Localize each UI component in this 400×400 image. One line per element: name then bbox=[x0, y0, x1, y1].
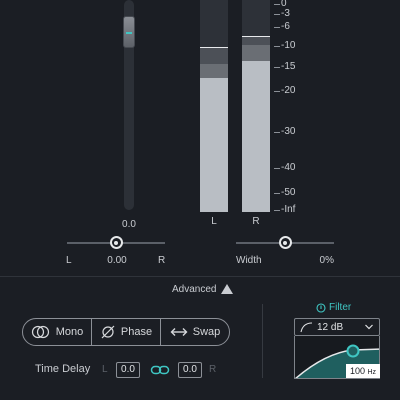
time-delay-left-input[interactable]: 0.0 bbox=[116, 362, 140, 378]
swap-label: Swap bbox=[192, 326, 221, 338]
pan-left-label: L bbox=[66, 255, 72, 266]
width-slider-thumb[interactable] bbox=[278, 236, 292, 249]
swap-button[interactable]: Swap bbox=[161, 319, 229, 345]
mono-label: Mono bbox=[55, 326, 84, 338]
filter-slope-value: 12 dB bbox=[317, 321, 344, 333]
filter-frequency-value: 100 bbox=[349, 366, 365, 376]
chevron-down-icon bbox=[365, 324, 373, 330]
mono-button[interactable]: Mono bbox=[23, 319, 92, 345]
link-icon[interactable] bbox=[150, 363, 170, 377]
phase-button[interactable]: Phase bbox=[92, 319, 161, 345]
scale-label: -30 bbox=[281, 126, 296, 137]
filter-slope-select[interactable]: 12 dB bbox=[294, 318, 380, 336]
scale-label: -10 bbox=[281, 40, 296, 51]
meter-left-label: L bbox=[211, 216, 217, 227]
phase-label: Phase bbox=[120, 326, 153, 338]
time-delay-left-label: L bbox=[102, 364, 108, 375]
meter-right-label: R bbox=[252, 216, 260, 227]
width-label: Width bbox=[236, 255, 262, 266]
width-value: 0% bbox=[319, 255, 334, 266]
filter-toggle[interactable]: Filter bbox=[316, 302, 351, 313]
pan-slider-thumb[interactable] bbox=[109, 236, 123, 249]
scale-label: -Inf bbox=[281, 204, 296, 215]
section-divider bbox=[0, 276, 400, 277]
time-delay-right-input[interactable]: 0.0 bbox=[178, 362, 202, 378]
power-icon bbox=[316, 302, 326, 313]
swap-icon bbox=[170, 328, 188, 336]
pan-right-label: R bbox=[158, 255, 166, 266]
mono-icon bbox=[31, 325, 49, 339]
scale-label: -20 bbox=[281, 85, 296, 96]
meter-left bbox=[200, 0, 228, 212]
filter-frequency-unit: Hz bbox=[367, 369, 377, 376]
filter-frequency-handle bbox=[346, 344, 360, 358]
scale-label: -6 bbox=[281, 21, 290, 32]
scale-label: -40 bbox=[281, 162, 296, 173]
panel-separator bbox=[262, 304, 263, 378]
time-delay-right-label: R bbox=[209, 364, 217, 375]
advanced-collapse-icon[interactable] bbox=[221, 284, 233, 294]
filter-frequency-readout[interactable]: 100 Hz bbox=[346, 364, 380, 378]
pan-value: 0.00 bbox=[107, 255, 127, 266]
scale-label: -50 bbox=[281, 187, 296, 198]
mode-button-group: Mono Phase Swap bbox=[22, 318, 230, 346]
highpass-slope-icon bbox=[300, 322, 313, 333]
scale-label: -3 bbox=[281, 8, 290, 19]
gain-fader-thumb[interactable] bbox=[123, 16, 135, 49]
scale-label: -15 bbox=[281, 61, 296, 72]
time-delay-label: Time Delay bbox=[35, 363, 91, 375]
gain-value: 0.0 bbox=[122, 219, 136, 230]
filter-title: Filter bbox=[329, 302, 352, 313]
advanced-toggle-label[interactable]: Advanced bbox=[172, 284, 216, 295]
meter-right bbox=[242, 0, 270, 212]
phase-icon bbox=[101, 325, 115, 339]
